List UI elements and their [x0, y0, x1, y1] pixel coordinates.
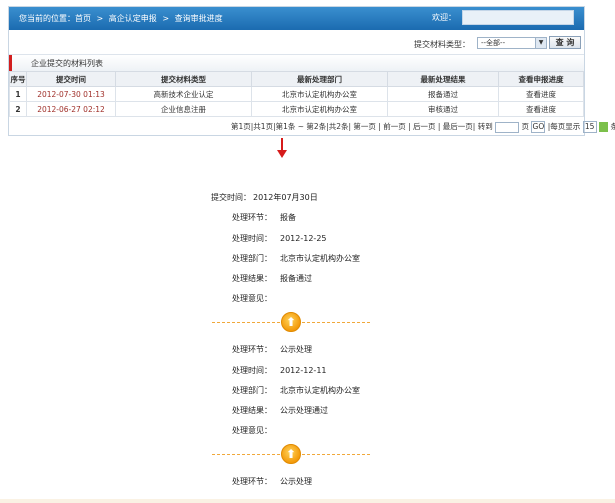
- pagination-links[interactable]: 第1页|共1页|第1条 ~ 第2条|共2条| 第一页 | 前一页 | 后一页 |…: [231, 122, 493, 131]
- stage-label: 处理环节：: [232, 477, 272, 486]
- table-row: 2 2012-06-27 02:12 企业信息注册 北京市认定机构办公室 审核通…: [9, 101, 584, 117]
- row-submit-time: 2012-06-27 02:12: [26, 101, 116, 117]
- view-progress-link[interactable]: 查看进度: [498, 86, 584, 102]
- material-type-selected: --全部--: [481, 39, 506, 47]
- dept-value: 北京市认定机构办公室: [280, 386, 360, 395]
- chevron-down-icon[interactable]: ▼: [535, 38, 546, 48]
- row-index: 2: [9, 101, 27, 117]
- stage-value: 公示处理: [280, 345, 312, 354]
- breadcrumb-location: 您当前的位置：首页: [19, 14, 91, 23]
- col-material-type: 提交材料类型: [115, 71, 252, 87]
- breadcrumb-item-progress[interactable]: 查询审批进度: [175, 14, 223, 23]
- result-label: 处理结果：: [232, 274, 272, 283]
- step1-time: 处理时间： 2012-12-25: [232, 233, 327, 244]
- time-label: 处理时间：: [232, 234, 272, 243]
- row-latest-dept: 北京市认定机构办公室: [251, 101, 388, 117]
- up-arrow-icon: ⬆: [281, 312, 301, 332]
- step2-dept: 处理部门： 北京市认定机构办公室: [232, 385, 360, 396]
- progress-panel: 您当前的位置：首页 > 高企认定申报 > 查询审批进度 欢迎： 提交材料类型： …: [8, 6, 615, 136]
- per-page-label: |每页显示: [547, 122, 581, 131]
- material-type-select[interactable]: --全部-- ▼: [477, 37, 547, 49]
- welcome-label: 欢迎：: [432, 13, 456, 22]
- step1-result: 处理结果： 报备通过: [232, 273, 312, 284]
- col-latest-result: 最新处理结果: [387, 71, 499, 87]
- col-view-progress: 查看申报进度: [498, 71, 584, 87]
- step2-opinion: 处理意见：: [232, 425, 280, 436]
- header-bar: 您当前的位置：首页 > 高企认定申报 > 查询审批进度 欢迎：: [9, 7, 584, 30]
- col-latest-dept: 最新处理部门: [251, 71, 388, 87]
- per-page-select[interactable]: 15: [582, 121, 597, 133]
- step2-result: 处理结果： 公示处理通过: [232, 405, 328, 416]
- go-button[interactable]: GO: [531, 121, 546, 133]
- time-value: 2012-12-11: [280, 366, 327, 375]
- row-material-type: 高新技术企业认定: [115, 86, 252, 102]
- step1-stage: 处理环节： 报备: [232, 212, 296, 223]
- step2-stage: 处理环节： 公示处理: [232, 344, 312, 355]
- dept-label: 处理部门：: [232, 254, 272, 263]
- table-row: 1 2012-07-30 01:13 高新技术企业认定 北京市认定机构办公室 报…: [9, 86, 584, 102]
- stage-label: 处理环节：: [232, 345, 272, 354]
- breadcrumb-separator: >: [162, 14, 170, 23]
- step1-opinion: 处理意见：: [232, 293, 280, 304]
- row-latest-result: 报备通过: [387, 86, 499, 102]
- col-submit-time: 提交时间: [26, 71, 116, 87]
- result-label: 处理结果：: [232, 406, 272, 415]
- step1-dept: 处理部门： 北京市认定机构办公室: [232, 253, 360, 264]
- stage-label: 处理环节：: [232, 213, 272, 222]
- breadcrumb: 您当前的位置：首页 > 高企认定申报 > 查询审批进度: [19, 13, 226, 24]
- section-marker: [9, 55, 12, 71]
- row-index: 1: [9, 86, 27, 102]
- stage-value: 报备: [280, 213, 296, 222]
- up-arrow-icon: ⬆: [281, 444, 301, 464]
- result-value: 公示处理通过: [280, 406, 328, 415]
- row-submit-time: 2012-07-30 01:13: [26, 86, 116, 102]
- user-name-box: [462, 10, 574, 25]
- opinion-label: 处理意见：: [232, 426, 272, 435]
- submit-time-line: 提交时间： 2012年07月30日: [211, 192, 318, 203]
- breadcrumb-item-apply[interactable]: 高企认定申报: [109, 14, 157, 23]
- page-unit: 页: [521, 122, 529, 131]
- section-title-bar: 企业提交的材料列表: [9, 54, 584, 72]
- pagination: 第1页|共1页|第1条 ~ 第2条|共2条| 第一页 | 前一页 | 后一页 |…: [231, 121, 615, 133]
- opinion-label: 处理意见：: [232, 294, 272, 303]
- submit-time-value: 2012年07月30日: [253, 193, 318, 202]
- section-title: 企业提交的材料列表: [31, 59, 103, 68]
- stage-value: 公示处理: [280, 477, 312, 486]
- per-page-unit: 条: [610, 122, 615, 131]
- row-material-type: 企业信息注册: [115, 101, 252, 117]
- submit-time-label: 提交时间：: [211, 193, 251, 202]
- page-bottom-strip: [0, 499, 615, 503]
- row-latest-dept: 北京市认定机构办公室: [251, 86, 388, 102]
- table-header-row: 序号 提交时间 提交材料类型 最新处理部门 最新处理结果 查看申报进度: [9, 71, 584, 87]
- submission-table: 序号 提交时间 提交材料类型 最新处理部门 最新处理结果 查看申报进度 1 20…: [9, 71, 584, 117]
- down-arrow-head-icon: [277, 150, 287, 158]
- breadcrumb-separator: >: [96, 14, 104, 23]
- time-label: 处理时间：: [232, 366, 272, 375]
- col-index: 序号: [9, 71, 27, 87]
- step2-time: 处理时间： 2012-12-11: [232, 365, 327, 376]
- page-number-input[interactable]: [495, 121, 520, 133]
- view-progress-link[interactable]: 查看进度: [498, 101, 584, 117]
- result-value: 报备通过: [280, 274, 312, 283]
- query-button[interactable]: 查 询: [549, 36, 581, 49]
- dept-label: 处理部门：: [232, 386, 272, 395]
- per-page-dropdown-icon[interactable]: [599, 122, 609, 132]
- filter-bar: 提交材料类型： --全部-- ▼ 查 询: [9, 34, 584, 52]
- step3-stage: 处理环节： 公示处理: [232, 476, 312, 487]
- dept-value: 北京市认定机构办公室: [280, 254, 360, 263]
- time-value: 2012-12-25: [280, 234, 327, 243]
- material-type-label: 提交材料类型：: [414, 40, 470, 49]
- row-latest-result: 审核通过: [387, 101, 499, 117]
